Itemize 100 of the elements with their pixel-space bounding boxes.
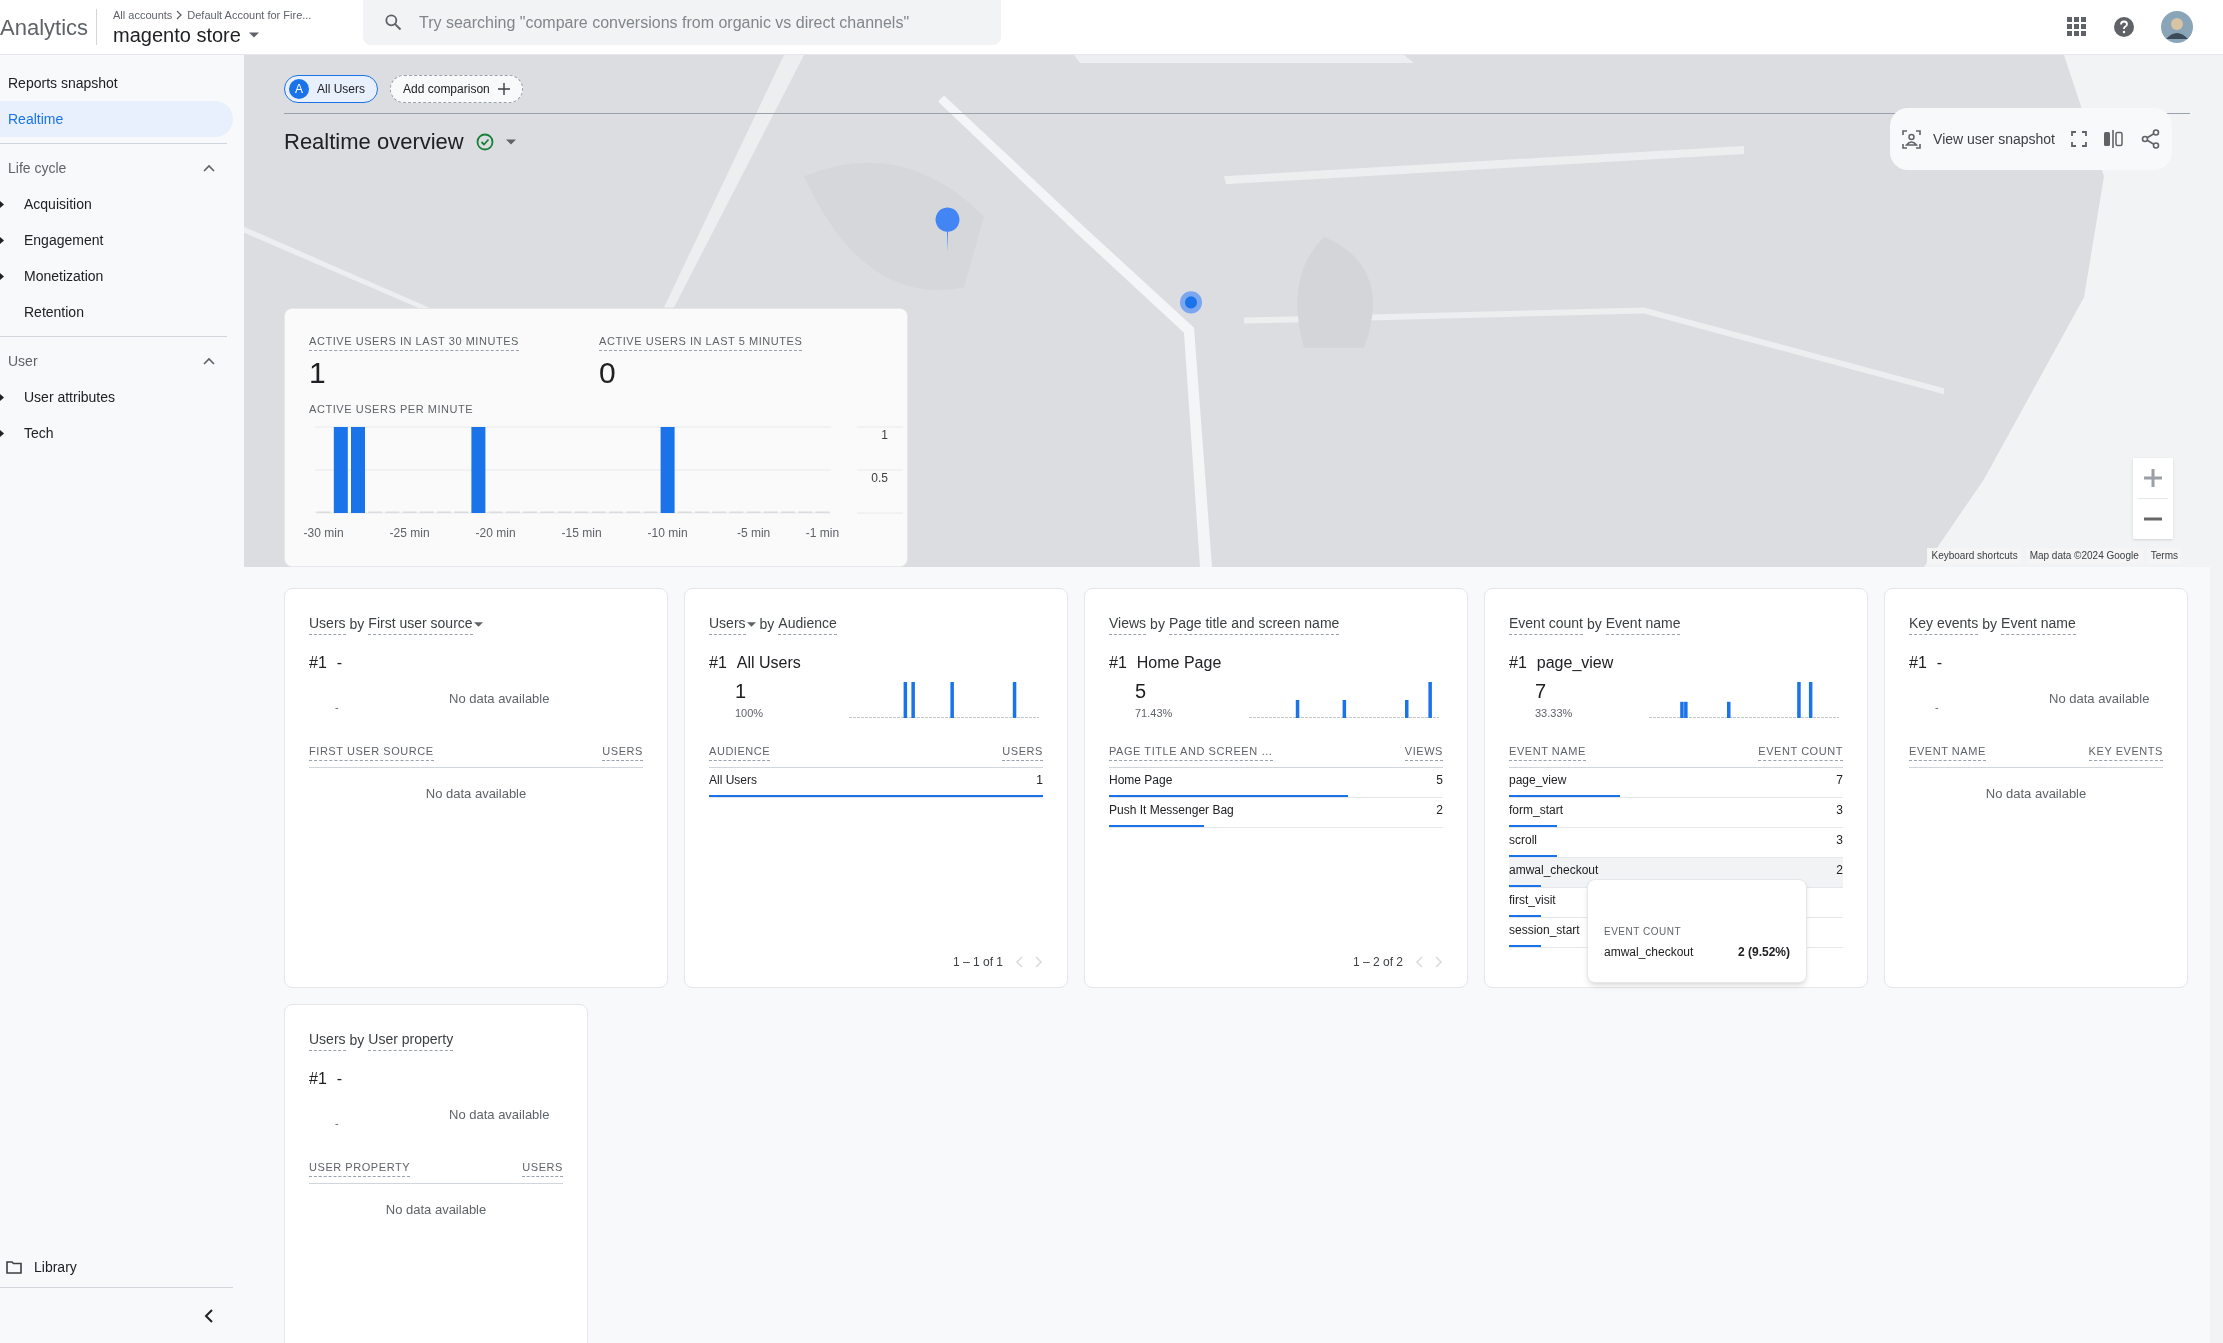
title-connector: by — [349, 614, 365, 634]
column-header[interactable]: PAGE TITLE AND SCREEN … — [1109, 743, 1273, 761]
map-attribution-link[interactable]: Terms — [2146, 548, 2182, 563]
column-header[interactable]: USERS — [1002, 743, 1043, 761]
tooltip-label: amwal_checkout — [1604, 944, 1694, 961]
metric-value: 1 — [309, 354, 326, 391]
nav-item[interactable]: Realtime — [0, 101, 233, 137]
rank-label: #1 — [1109, 653, 1127, 673]
metric-label: ACTIVE USERS IN LAST 5 MINUTES — [599, 333, 803, 351]
caret-icon[interactable] — [0, 429, 4, 437]
nav-item[interactable]: Monetization — [24, 265, 104, 287]
no-data-message: No data available — [385, 1200, 487, 1219]
metric-selector[interactable]: Event count — [1509, 613, 1583, 635]
property-selector[interactable]: magento store — [113, 23, 345, 48]
row-value: 2 — [1836, 861, 1843, 879]
axis-label: -10 min — [647, 526, 688, 540]
column-header[interactable]: AUDIENCE — [709, 743, 771, 761]
breadcrumb-link[interactable]: Default Account for Fire... — [187, 6, 312, 24]
nav-item[interactable]: Engagement — [24, 229, 104, 251]
column-header[interactable]: EVENT COUNT — [1758, 743, 1843, 761]
view-user-snapshot-button[interactable]: View user snapshot — [1902, 128, 2055, 150]
dimension-selector[interactable]: Event name — [2001, 613, 2076, 635]
split-view-icon[interactable] — [2103, 130, 2125, 148]
nav-item[interactable]: Acquisition — [24, 193, 92, 215]
dimension-selector[interactable]: Event name — [1605, 613, 1681, 635]
axis-label: -15 min — [561, 526, 602, 540]
folder-icon — [6, 1260, 22, 1274]
plus-icon — [2144, 469, 2162, 487]
breadcrumb-link[interactable]: All accounts — [113, 6, 173, 24]
help-icon[interactable] — [2113, 16, 2135, 38]
column-header[interactable]: USERS — [602, 743, 643, 761]
caret-icon[interactable] — [0, 393, 4, 401]
caret-icon[interactable] — [0, 200, 4, 208]
nav-item[interactable]: Tech — [24, 422, 54, 444]
metric-selector[interactable]: Key events — [1909, 613, 1979, 635]
metric-selector[interactable]: Users — [709, 613, 746, 635]
dimension-selector[interactable]: First user source — [368, 613, 473, 635]
caret-icon[interactable] — [0, 272, 4, 280]
axis-label: -20 min — [475, 526, 516, 540]
map-attribution-link[interactable]: Keyboard shortcuts — [1927, 548, 2022, 563]
title-connector: by — [1586, 614, 1602, 634]
dimension-selector[interactable]: Page title and screen name — [1168, 613, 1340, 635]
rank-label: #1 — [709, 653, 727, 673]
share-icon[interactable] — [2141, 129, 2160, 149]
column-header[interactable]: EVENT NAME — [1909, 743, 1986, 761]
column-header[interactable]: USERS — [522, 1159, 563, 1177]
user-avatar[interactable] — [2161, 11, 2193, 43]
title-connector: by — [1150, 614, 1165, 634]
top-item-value: 1 — [735, 679, 747, 703]
top-item-value: - — [335, 700, 339, 715]
column-header[interactable]: FIRST USER SOURCE — [309, 743, 434, 761]
no-data-message: No data available — [449, 1106, 550, 1124]
dropdown-caret-icon[interactable] — [746, 621, 756, 627]
section-header[interactable]: Life cycle — [0, 150, 227, 186]
search-field[interactable]: Try searching "compare conversions from organic vs direct channels" — [363, 0, 1001, 45]
row-label: scroll — [1509, 831, 1537, 849]
page-title: Realtime overview — [284, 128, 464, 156]
top-item-name: All Users — [736, 653, 801, 673]
column-header[interactable]: KEY EVENTS — [2088, 743, 2163, 761]
nav-item[interactable]: Reports snapshot — [0, 65, 233, 101]
title-connector: by — [1982, 614, 1998, 634]
row-label: page_view — [1509, 771, 1567, 789]
top-item-value: 7 — [1535, 679, 1547, 703]
nav-item[interactable]: Retention — [24, 301, 84, 323]
metric-selector[interactable]: Views — [1109, 613, 1147, 635]
collapse-chevron-icon[interactable] — [204, 1308, 213, 1323]
top-item-value: - — [335, 1116, 339, 1131]
column-header[interactable]: EVENT NAME — [1509, 743, 1586, 761]
metric-value: 0 — [599, 354, 616, 391]
dimension-selector[interactable]: Audience — [778, 613, 837, 635]
no-data-message: No data available — [2049, 690, 2150, 708]
metric-selector[interactable]: Users — [309, 1029, 346, 1051]
section-header[interactable]: User — [0, 343, 227, 379]
nav-item[interactable]: Library — [34, 1256, 77, 1278]
row-value: 5 — [1436, 771, 1443, 789]
row-value: 1 — [1036, 771, 1043, 789]
top-item-name: - — [336, 653, 343, 673]
segment-avatar: A — [289, 79, 309, 99]
row-label: Push It Messenger Bag — [1109, 801, 1234, 819]
axis-label: -30 min — [303, 526, 344, 540]
axis-label: -25 min — [389, 526, 430, 540]
row-value: 3 — [1836, 831, 1843, 849]
metric-selector[interactable]: Users — [309, 613, 346, 635]
rank-label: #1 — [1509, 653, 1527, 673]
title-connector: by — [759, 614, 775, 634]
nav-item[interactable]: User attributes — [24, 386, 116, 408]
column-header[interactable]: VIEWS — [1404, 743, 1443, 761]
add-comparison-button[interactable]: Add comparison — [390, 75, 523, 103]
dimension-selector[interactable]: User property — [368, 1029, 454, 1051]
column-header[interactable]: USER PROPERTY — [309, 1159, 411, 1177]
top-item-name: Home Page — [1136, 653, 1222, 673]
caret-icon[interactable] — [0, 236, 4, 244]
tooltip-value: 2 (9.52%) — [1737, 944, 1790, 961]
row-value: 2 — [1436, 801, 1443, 819]
fullscreen-icon[interactable] — [2071, 131, 2087, 147]
dropdown-caret-icon[interactable] — [473, 621, 483, 627]
apps-grid-icon[interactable] — [2067, 17, 2087, 37]
check-circle-icon — [475, 132, 494, 151]
dropdown-caret-icon — [505, 138, 516, 145]
comparison-chip[interactable]: A All Users — [284, 75, 378, 103]
